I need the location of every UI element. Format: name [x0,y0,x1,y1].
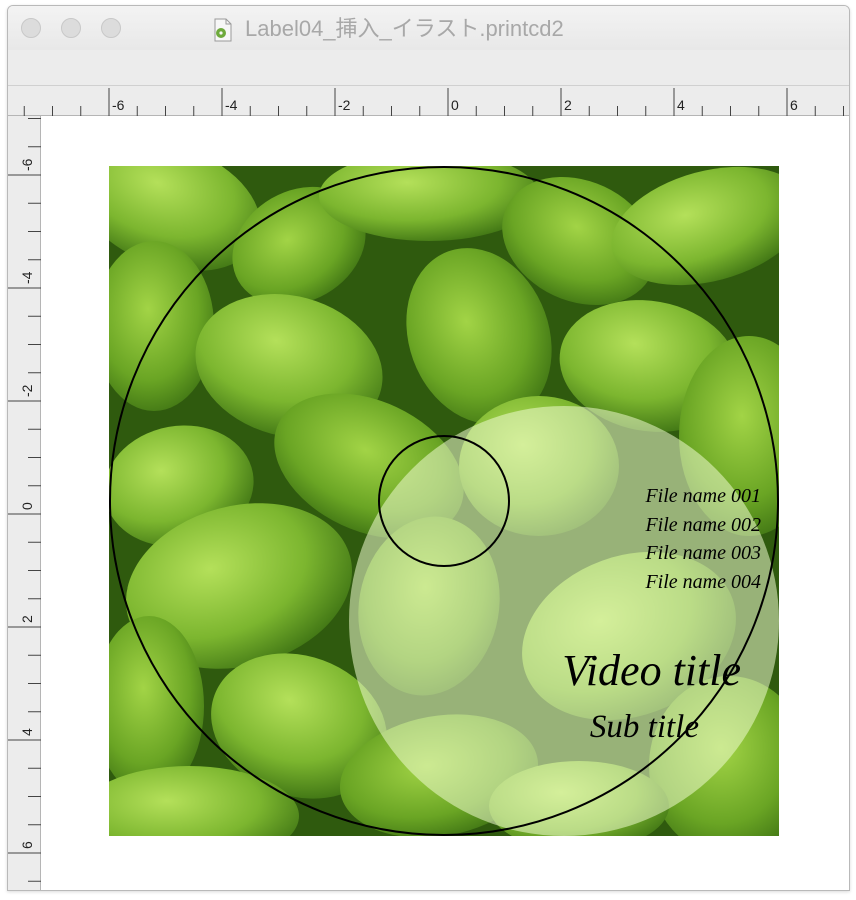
app-window: Label04_挿入_イラスト.printcd2 8-6-4-20246 -6-… [7,5,850,891]
ruler-label: 6 [19,841,35,849]
ruler-label: -6 [112,97,125,113]
video-title[interactable]: Video title [441,646,741,696]
minimize-button[interactable] [61,18,81,38]
title-bar[interactable]: Label04_挿入_イラスト.printcd2 [8,6,849,50]
ruler-label: 6 [790,97,798,113]
ruler-label: -6 [19,158,35,171]
ruler-label: -2 [19,384,35,397]
file-list[interactable]: File name 001 File name 002 File name 00… [561,482,761,596]
horizontal-ruler-ticks: 8-6-4-20246 [23,88,844,116]
file-name-3: File name 003 [645,542,761,564]
window-title: Label04_挿入_イラスト.printcd2 [245,16,564,41]
ruler-label: 4 [19,728,35,736]
zoom-button[interactable] [101,18,121,38]
ruler-label: -4 [19,271,35,284]
text-overlay-circle [349,406,779,836]
vertical-ruler: -6 -4 -2 0 2 4 6 [8,116,41,890]
ruler-label: -4 [225,97,238,113]
toolbar [8,50,849,86]
sub-title[interactable]: Sub title [441,708,699,746]
document-canvas[interactable]: File name 001 File name 002 File name 00… [41,116,849,890]
ruler-label: 0 [19,502,35,510]
close-button[interactable] [21,18,41,38]
ruler-label: 2 [19,615,35,623]
document-icon [214,18,232,42]
ruler-label: 0 [451,97,459,113]
file-name-1: File name 001 [645,485,761,507]
ruler-label: 2 [564,97,572,113]
horizontal-ruler: 8-6-4-20246 [8,86,849,116]
ruler-label: -2 [338,97,351,113]
file-name-2: File name 002 [645,513,761,536]
vertical-ruler-ticks: -6 -4 -2 0 2 4 6 [8,118,41,882]
file-name-4: File name 004 [645,570,761,593]
ruler-label: 4 [677,97,685,113]
